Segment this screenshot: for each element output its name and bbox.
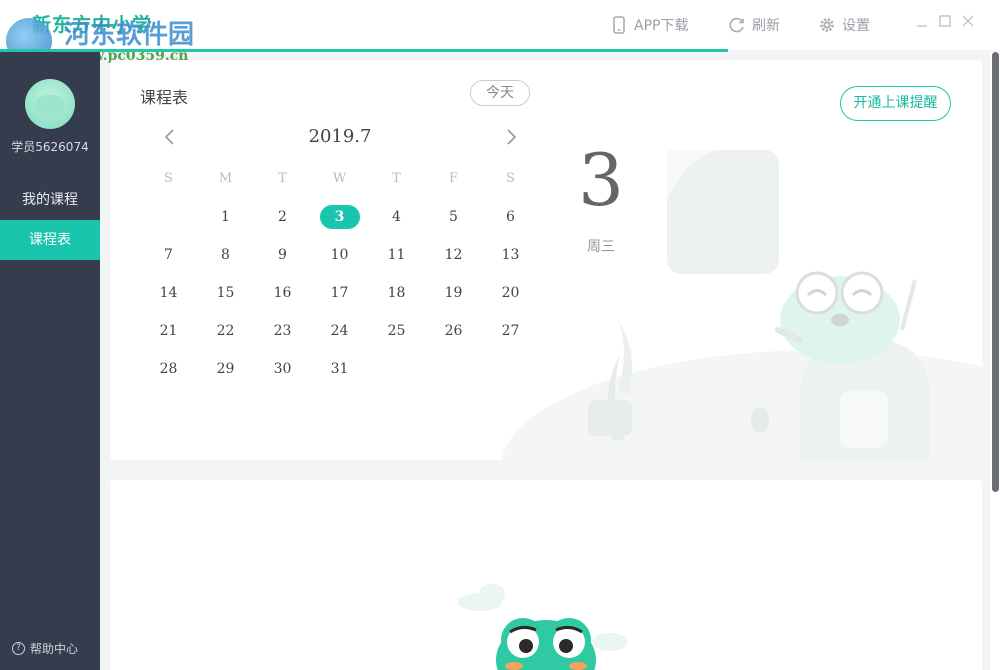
calendar-day[interactable]: 14	[140, 274, 197, 312]
help-center-link[interactable]: ? 帮助中心	[12, 640, 78, 657]
weekday-label: M	[218, 171, 233, 186]
settings-button[interactable]: 设置	[818, 14, 870, 36]
refresh-label: 刷新	[752, 18, 780, 34]
calendar-week-row: 14 15 16 17 18 19 20	[140, 274, 540, 312]
gear-icon	[820, 18, 834, 32]
weekday-label: T	[392, 171, 401, 186]
empty-state-illustration	[458, 584, 628, 670]
avatar-face	[35, 95, 65, 117]
loading-progress-bar	[0, 49, 728, 52]
calendar-day[interactable]: 12	[425, 236, 482, 274]
calendar-day[interactable]: 9	[254, 236, 311, 274]
help-icon: ?	[12, 642, 25, 655]
refresh-icon	[729, 17, 744, 33]
calendar-week-row: 21 22 23 24 25 26 27	[140, 312, 540, 350]
weekday-label: W	[332, 171, 347, 186]
calendar-day[interactable]: 29	[197, 350, 254, 388]
refresh-button[interactable]: 刷新	[728, 14, 780, 36]
calendar-day[interactable]: 24	[311, 312, 368, 350]
calendar-day[interactable]: 23	[254, 312, 311, 350]
weekday-label: S	[506, 171, 515, 186]
calendar-day[interactable]: 7	[140, 236, 197, 274]
calendar-week-row: 123456	[140, 198, 540, 236]
calendar-day[interactable]: 22	[197, 312, 254, 350]
calendar-day[interactable]: 2	[254, 198, 311, 236]
title-bar: 新东方中小学 河东软件园 www.pc0359.cn APP下载 刷新 设置	[0, 0, 1000, 64]
mascot-illustration	[501, 150, 982, 460]
sidebar: 学员5626074 我的课程 课程表 ? 帮助中心	[0, 52, 100, 670]
next-month-icon[interactable]	[504, 128, 518, 146]
phone-icon	[613, 16, 625, 34]
user-name: 学员5626074	[11, 140, 89, 154]
calendar-day[interactable]: 16	[254, 274, 311, 312]
calendar-day[interactable]: 5	[425, 198, 482, 236]
weekday-label: F	[448, 171, 459, 186]
sidebar-item-my-courses[interactable]: 我的课程	[0, 180, 100, 220]
calendar-day[interactable]: 31	[311, 350, 368, 388]
calendar-day[interactable]: 15	[197, 274, 254, 312]
calendar-day[interactable]: 6	[482, 198, 539, 236]
enable-reminder-button[interactable]: 开通上课提醒	[840, 86, 951, 121]
calendar-day[interactable]: 18	[368, 274, 425, 312]
calendar-day[interactable]: 27	[482, 312, 539, 350]
calendar-day[interactable]: 20	[482, 274, 539, 312]
calendar-day[interactable]: 30	[254, 350, 311, 388]
maximize-icon[interactable]	[937, 13, 953, 29]
calendar-day[interactable]: 25	[368, 312, 425, 350]
calendar-day[interactable]: 19	[425, 274, 482, 312]
app-download-label: APP下载	[634, 18, 689, 34]
scrollbar-thumb[interactable]	[992, 52, 999, 492]
app-window: 新东方中小学 河东软件园 www.pc0359.cn APP下载 刷新 设置 学…	[0, 0, 1000, 670]
minimize-icon[interactable]	[914, 13, 930, 29]
close-icon[interactable]	[960, 13, 976, 29]
app-download-button[interactable]: APP下载	[610, 14, 688, 36]
selected-weekday: 周三	[587, 239, 615, 255]
calendar-day-selected[interactable]: 3	[311, 198, 368, 236]
current-month: 2019.7	[308, 126, 372, 147]
sidebar-item-schedule[interactable]: 课程表	[0, 220, 100, 260]
weekday-header-row: SMTWTFS	[140, 160, 540, 198]
course-list-card	[110, 480, 982, 670]
today-button[interactable]: 今天	[470, 80, 530, 106]
calendar-day[interactable]: 4	[368, 198, 425, 236]
settings-label: 设置	[842, 18, 870, 34]
help-center-label: 帮助中心	[30, 642, 79, 656]
prev-month-icon[interactable]	[163, 128, 177, 146]
calendar-day[interactable]: 11	[368, 236, 425, 274]
weekday-label: T	[278, 171, 287, 186]
calendar-day[interactable]: 13	[482, 236, 539, 274]
calendar-day[interactable]: 8	[197, 236, 254, 274]
calendar-day[interactable]: 10	[311, 236, 368, 274]
calendar-day[interactable]: 26	[425, 312, 482, 350]
calendar-day[interactable]: 17	[311, 274, 368, 312]
weekday-label: S	[164, 171, 173, 186]
avatar[interactable]	[25, 79, 75, 129]
calendar-week-row: 28 29 30 31	[140, 350, 540, 388]
schedule-title: 课程表	[140, 88, 189, 107]
calendar-day[interactable]: 28	[140, 350, 197, 388]
watermark-text: 河东软件园	[64, 20, 195, 50]
selected-date-number: 3	[578, 138, 624, 222]
calendar-day[interactable]: 1	[197, 198, 254, 236]
schedule-card: 课程表 今天 开通上课提醒 2019.7 S M T W T F S 1 2 3 4 5 6 7 8 9 10 1…	[110, 60, 982, 460]
calendar-grid: S M T W T F S 1 2 3 4 5 6 7 8 9 10 11 12 13 14 15 16 17 18 19 20 21…	[140, 160, 540, 388]
calendar-week-row: 7 8 9 10 11 12 13	[140, 236, 540, 274]
main-scrollbar[interactable]	[990, 52, 1000, 670]
calendar-day[interactable]: 21	[140, 312, 197, 350]
